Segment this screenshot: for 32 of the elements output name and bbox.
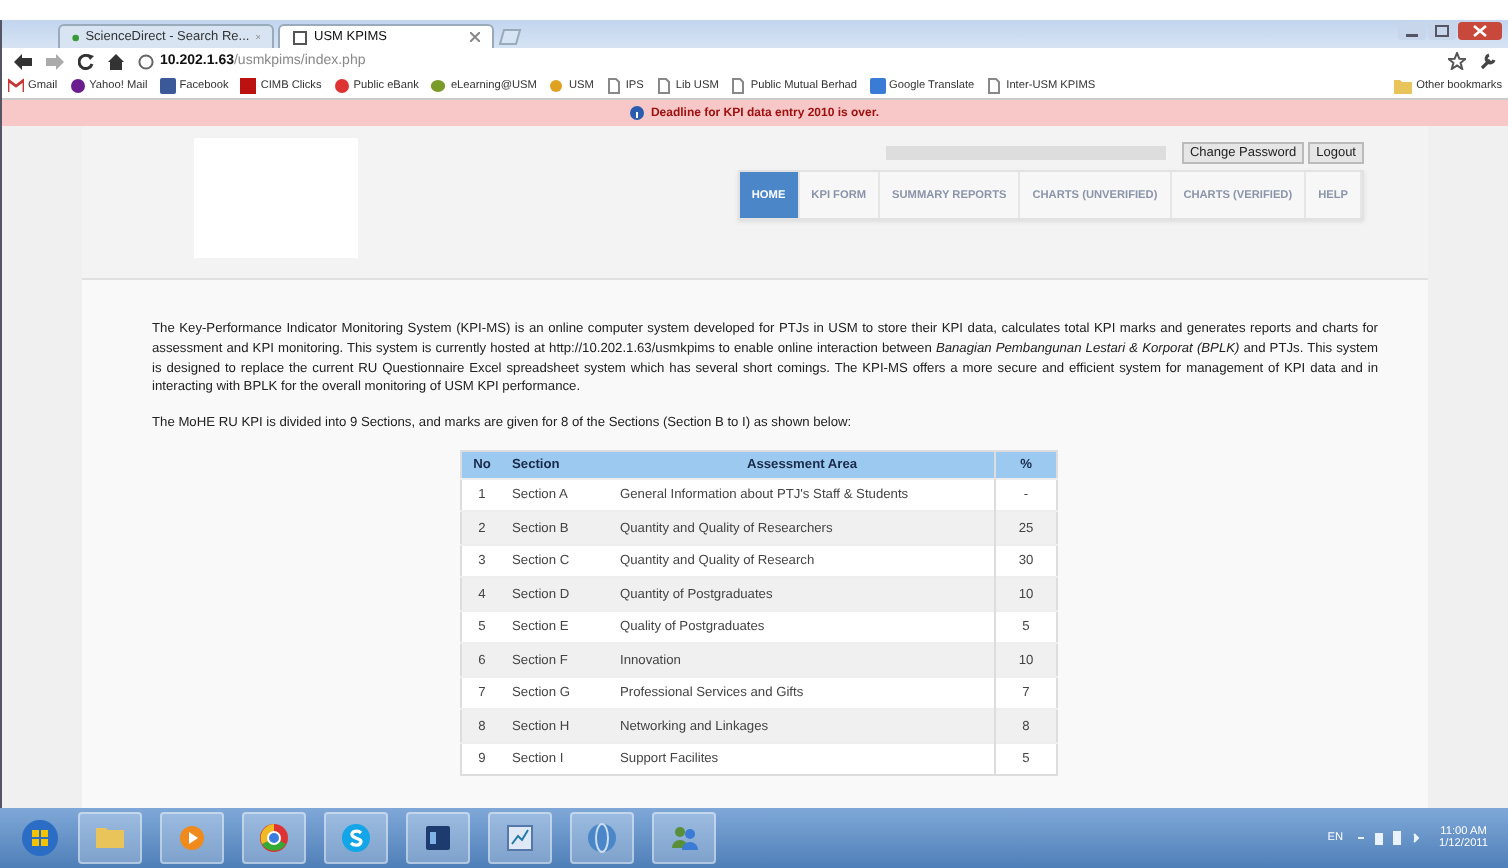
wrench-icon[interactable] (1480, 52, 1496, 70)
square-icon (869, 78, 886, 94)
globe-icon[interactable] (570, 812, 634, 864)
square-icon (240, 78, 257, 94)
circle-icon (548, 78, 565, 94)
square-icon[interactable] (406, 812, 470, 864)
play-icon[interactable] (160, 812, 224, 864)
maximize-icon[interactable] (1428, 22, 1456, 40)
skype-icon[interactable] (324, 812, 388, 864)
minimize-icon[interactable] (1398, 22, 1426, 40)
mail-icon (8, 78, 24, 94)
new-tab-icon[interactable] (498, 28, 522, 46)
chrome-icon[interactable] (242, 812, 306, 864)
star-icon[interactable] (1448, 52, 1466, 70)
leaf-icon (430, 78, 447, 94)
page-info-icon (138, 53, 154, 69)
folder-icon (1394, 78, 1413, 94)
info-icon (630, 106, 645, 120)
close-icon[interactable] (470, 32, 480, 42)
start-button[interactable] (20, 818, 60, 858)
close-icon[interactable] (1458, 22, 1502, 40)
chart-window-icon[interactable] (488, 812, 552, 864)
square-icon (159, 78, 176, 94)
reload-icon[interactable] (78, 53, 94, 69)
globe-icon (72, 29, 80, 45)
forward-icon[interactable] (46, 53, 64, 69)
folder-icon[interactable] (78, 812, 142, 864)
home-icon[interactable] (108, 53, 124, 69)
back-icon[interactable] (14, 53, 32, 69)
circle-icon (69, 78, 86, 94)
circle-icon (333, 78, 350, 94)
people-icon[interactable] (652, 812, 716, 864)
